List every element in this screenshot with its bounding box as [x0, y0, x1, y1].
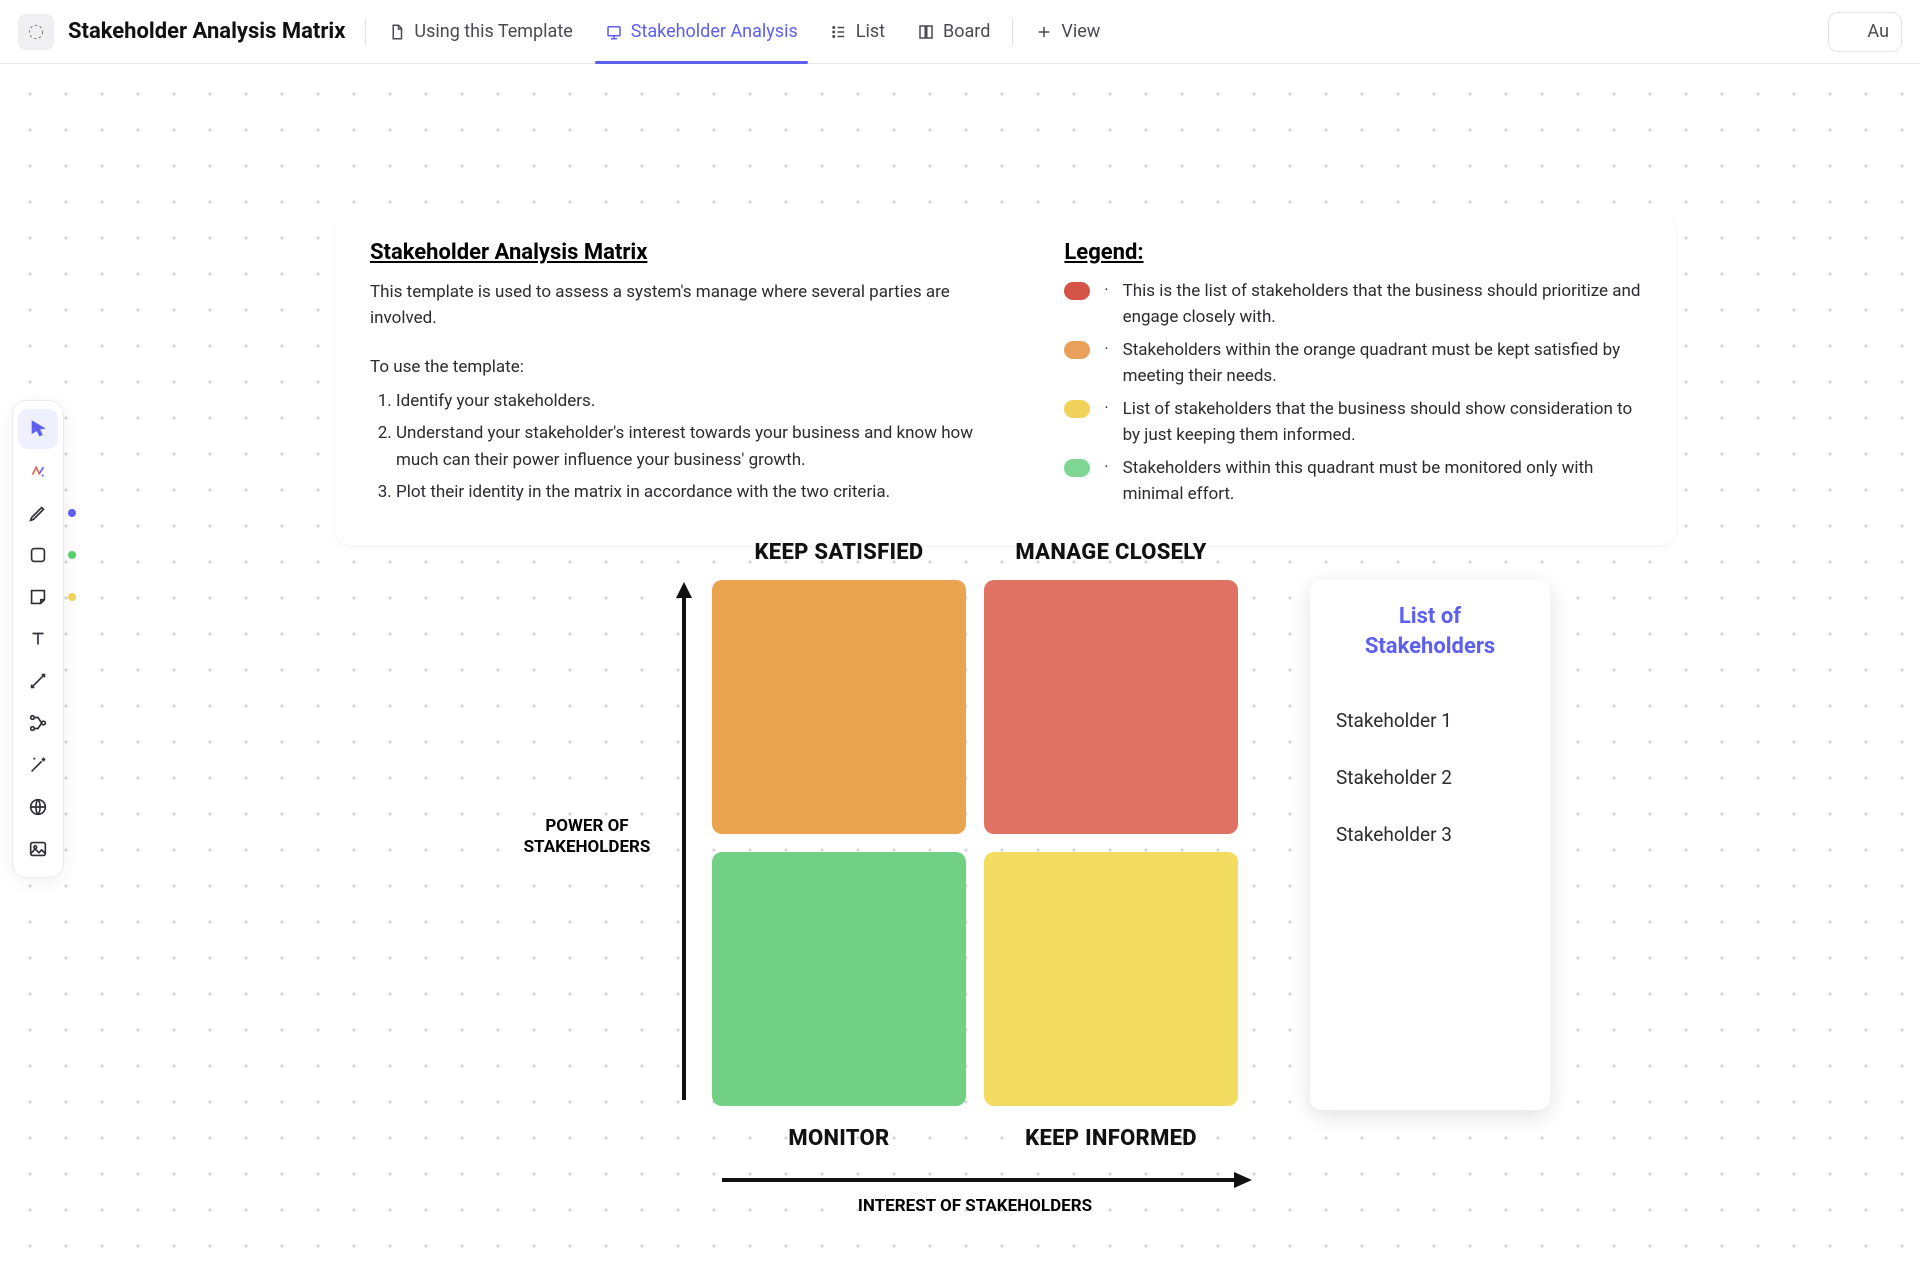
info-lead: To use the template: — [370, 354, 1008, 380]
document-icon — [388, 23, 406, 41]
tool-mindmap[interactable] — [18, 703, 58, 743]
wand-icon — [27, 754, 49, 776]
ai-label: Au — [1867, 21, 1889, 42]
info-title: Stakeholder Analysis Matrix — [370, 240, 1008, 265]
tab-label: List — [856, 21, 885, 42]
swatch-icon — [1064, 400, 1090, 418]
quadrant-monitor[interactable] — [712, 852, 966, 1106]
legend-item: · Stakeholders within the orange quadran… — [1064, 338, 1642, 389]
tab-label: Using this Template — [414, 21, 572, 42]
tab-list[interactable]: List — [814, 1, 901, 63]
plus-icon — [1035, 23, 1053, 41]
cursor-icon — [27, 418, 49, 440]
board-icon — [917, 23, 935, 41]
quadrant-manage-closely[interactable] — [984, 580, 1238, 834]
legend-text: Stakeholders within the orange quadrant … — [1123, 338, 1642, 389]
pen-icon — [27, 502, 49, 524]
swatch-icon — [1064, 459, 1090, 477]
tool-select[interactable] — [18, 409, 58, 449]
info-intro: This template is used to assess a system… — [370, 279, 1008, 332]
stakeholder-item[interactable]: Stakeholder 3 — [1336, 823, 1524, 846]
info-step: Understand your stakeholder's interest t… — [396, 420, 1008, 473]
tool-text[interactable] — [18, 619, 58, 659]
tool-shape[interactable] — [18, 535, 58, 575]
sparkle-path-icon — [27, 460, 49, 482]
top-navbar: Stakeholder Analysis Matrix Using this T… — [0, 0, 1920, 64]
info-step: Identify your stakeholders. — [396, 388, 1008, 414]
legend-item: · Stakeholders within this quadrant must… — [1064, 456, 1642, 507]
connector-icon — [27, 670, 49, 692]
tab-board[interactable]: Board — [901, 1, 1006, 63]
stakeholder-list-card[interactable]: List of Stakeholders Stakeholder 1 Stake… — [1310, 580, 1550, 1110]
app-badge-icon — [18, 14, 54, 50]
swatch-icon — [1064, 282, 1090, 300]
legend-item: · List of stakeholders that the business… — [1064, 397, 1642, 448]
stakeholder-list-title: List of Stakeholders — [1336, 602, 1524, 661]
legend-text: This is the list of stakeholders that th… — [1123, 279, 1642, 330]
quadrant-keep-satisfied[interactable] — [712, 580, 966, 834]
swatch-icon — [1064, 341, 1090, 359]
globe-icon — [27, 796, 49, 818]
image-icon — [27, 838, 49, 860]
quadrant-label-bottom-right: KEEP INFORMED — [984, 1126, 1238, 1151]
color-dot-icon — [68, 509, 76, 517]
color-dot-icon — [68, 593, 76, 601]
tool-ai-shapes[interactable] — [18, 451, 58, 491]
list-icon — [830, 23, 848, 41]
tab-using-template[interactable]: Using this Template — [372, 1, 588, 63]
stakeholder-item[interactable]: Stakeholder 1 — [1336, 709, 1524, 732]
quadrant-label-top-right: MANAGE CLOSELY — [984, 540, 1238, 565]
legend-text: List of stakeholders that the business s… — [1123, 397, 1642, 448]
tool-sticky[interactable] — [18, 577, 58, 617]
quadrant-label-bottom-left: MONITOR — [712, 1126, 966, 1151]
legend-text: Stakeholders within this quadrant must b… — [1123, 456, 1642, 507]
tab-label: View — [1061, 21, 1100, 42]
network-icon — [27, 712, 49, 734]
info-step: Plot their identity in the matrix in acc… — [396, 479, 1008, 505]
legend-item: · This is the list of stakeholders that … — [1064, 279, 1642, 330]
legend-title: Legend: — [1064, 240, 1642, 265]
color-dot-icon — [68, 551, 76, 559]
tool-connector[interactable] — [18, 661, 58, 701]
tool-web[interactable] — [18, 787, 58, 827]
stakeholder-item[interactable]: Stakeholder 2 — [1336, 766, 1524, 789]
tab-stakeholder-analysis[interactable]: Stakeholder Analysis — [589, 1, 814, 63]
tab-add-view[interactable]: View — [1019, 1, 1116, 63]
tab-label: Board — [943, 21, 990, 42]
whiteboard-icon — [605, 23, 623, 41]
page-title: Stakeholder Analysis Matrix — [68, 19, 345, 44]
robot-icon — [1839, 22, 1859, 42]
sticky-note-icon — [27, 586, 49, 608]
text-icon — [27, 628, 49, 650]
nav-divider — [1012, 18, 1013, 46]
tab-label: Stakeholder Analysis — [631, 21, 798, 42]
y-axis-label: POWER OF STAKEHOLDERS — [512, 816, 662, 859]
y-axis-arrow-icon — [672, 580, 696, 1110]
x-axis-label: INTEREST OF STAKEHOLDERS — [712, 1196, 1238, 1217]
quadrant-label-top-left: KEEP SATISFIED — [712, 540, 966, 565]
quadrant-keep-informed[interactable] — [984, 852, 1238, 1106]
tool-image[interactable] — [18, 829, 58, 869]
info-steps: Identify your stakeholders. Understand y… — [370, 388, 1008, 505]
canvas-area[interactable]: Stakeholder Analysis Matrix This templat… — [0, 64, 1920, 1280]
square-icon — [27, 544, 49, 566]
ai-button[interactable]: Au — [1828, 12, 1902, 52]
tool-palette — [12, 400, 64, 878]
nav-divider — [365, 18, 366, 46]
info-card: Stakeholder Analysis Matrix This templat… — [336, 214, 1676, 545]
tool-pen[interactable] — [18, 493, 58, 533]
tool-magic[interactable] — [18, 745, 58, 785]
